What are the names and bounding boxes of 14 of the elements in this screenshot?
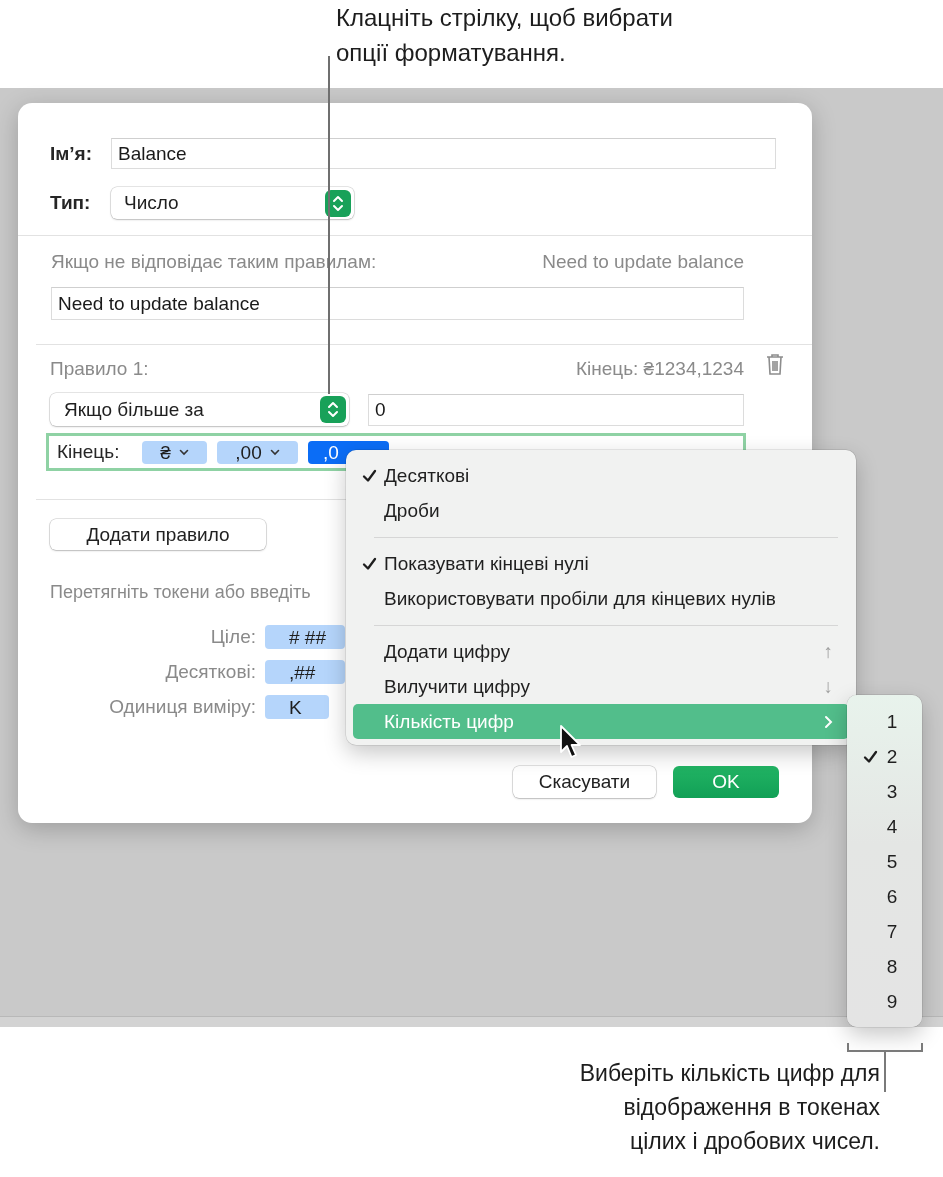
section-label: Правило 1: [50,358,149,380]
preview-text: Need to update balance [542,251,744,273]
hint-text: Перетягніть токени або введіть [50,581,311,603]
token-label: Десяткові: [164,661,256,683]
token-label: Одиниця виміру: [108,696,256,718]
callout-text: Виберіть кількість цифр для відображення в токенах цілих і дробових чисел. [578,1059,880,1156]
shortcut-key: ↓ [823,675,833,698]
callout-text: Клацніть стрілку, щоб вибрати опції форматування. [336,3,674,68]
field-label: Тип: [50,192,92,214]
field-label: Ім’я: [50,142,94,165]
format-label: Кінець: [57,441,121,463]
preview-text: Кінець: ₴1234,1234 [575,358,744,380]
token-label: Ціле: [209,626,256,648]
shortcut-key: ↑ [823,640,833,663]
